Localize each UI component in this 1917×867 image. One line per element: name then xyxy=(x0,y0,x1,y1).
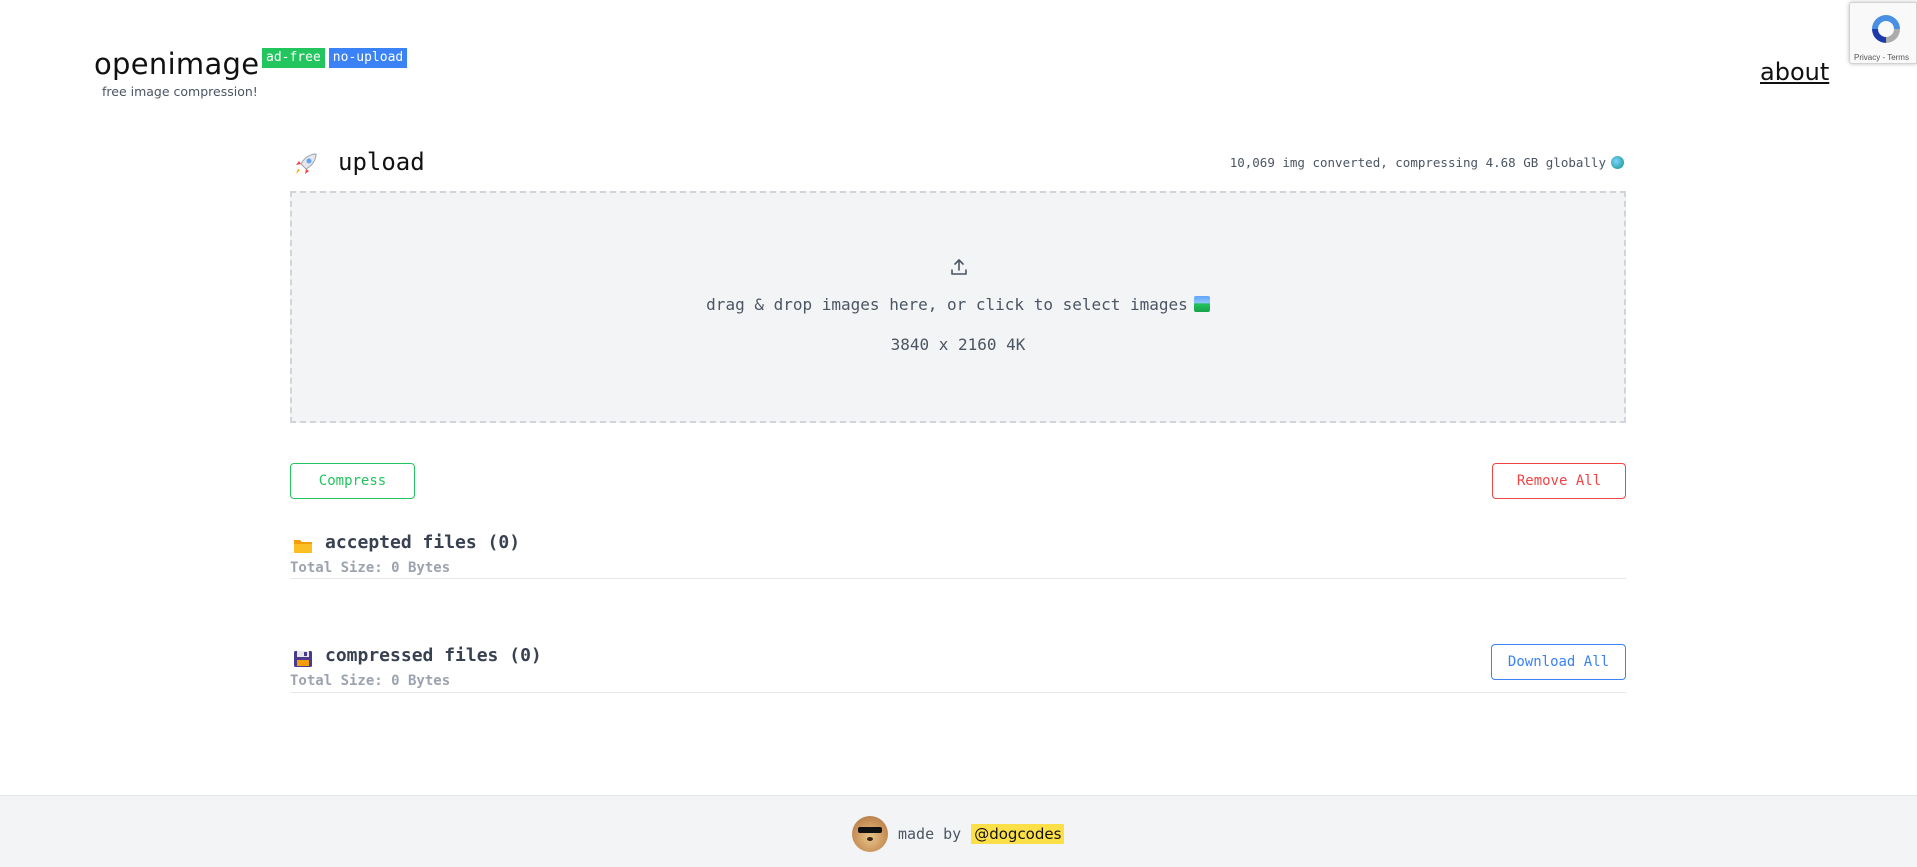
remove-all-button[interactable]: Remove All xyxy=(1492,463,1626,499)
dog-avatar xyxy=(852,816,888,852)
accepted-files-section: accepted files (0) Total Size: 0 Bytes xyxy=(290,532,1626,579)
globe-icon xyxy=(1611,156,1624,169)
dropzone[interactable]: drag & drop images here, or click to sel… xyxy=(290,191,1626,423)
accepted-total-size: Total Size: 0 Bytes xyxy=(290,560,451,576)
author-handle-link[interactable]: @dogcodes xyxy=(971,824,1065,844)
global-stats: 10,069 img converted, compressing 4.68 G… xyxy=(1229,155,1606,170)
sunglasses-shape xyxy=(858,827,882,833)
made-by-text: made by xyxy=(898,825,962,843)
compressed-total-size: Total Size: 0 Bytes xyxy=(290,673,451,689)
brand-logo[interactable]: openimage xyxy=(94,46,259,82)
accepted-files-title: accepted files (0) xyxy=(325,532,521,553)
folder-icon xyxy=(294,540,312,553)
upload-title: upload xyxy=(338,148,425,176)
compressed-files-title: compressed files (0) xyxy=(325,645,542,666)
compressed-files-section: compressed files (0) Total Size: 0 Bytes xyxy=(290,645,1626,693)
max-resolution: 3840 x 2160 4K xyxy=(890,335,1026,354)
dropzone-instructions: drag & drop images here, or click to sel… xyxy=(292,295,1624,314)
badge-group: ad-free no-upload xyxy=(262,48,408,68)
download-all-button[interactable]: Download All xyxy=(1491,644,1626,680)
picture-icon xyxy=(1193,296,1210,312)
recaptcha-icon xyxy=(1872,15,1900,43)
upload-icon xyxy=(951,259,967,275)
recaptcha-links[interactable]: Privacy - Terms xyxy=(1854,53,1909,62)
nose-shape xyxy=(867,837,873,841)
rocket-icon xyxy=(296,153,317,174)
no-upload-badge: no-upload xyxy=(328,48,408,68)
footer: made by @dogcodes xyxy=(0,795,1917,867)
recaptcha-badge[interactable]: Privacy - Terms xyxy=(1849,2,1917,64)
dropzone-text: drag & drop images here, or click to sel… xyxy=(706,295,1188,314)
footer-credit: made by @dogcodes xyxy=(852,816,1065,852)
brand-name[interactable]: openimage xyxy=(94,46,259,82)
about-link[interactable]: about xyxy=(1760,58,1829,86)
tagline: free image compression! xyxy=(102,84,258,99)
floppy-disk-icon xyxy=(294,651,312,667)
ad-free-badge: ad-free xyxy=(262,48,325,68)
compress-button[interactable]: Compress xyxy=(290,463,415,499)
upload-header: upload 10,069 img converted, compressing… xyxy=(290,148,1626,178)
